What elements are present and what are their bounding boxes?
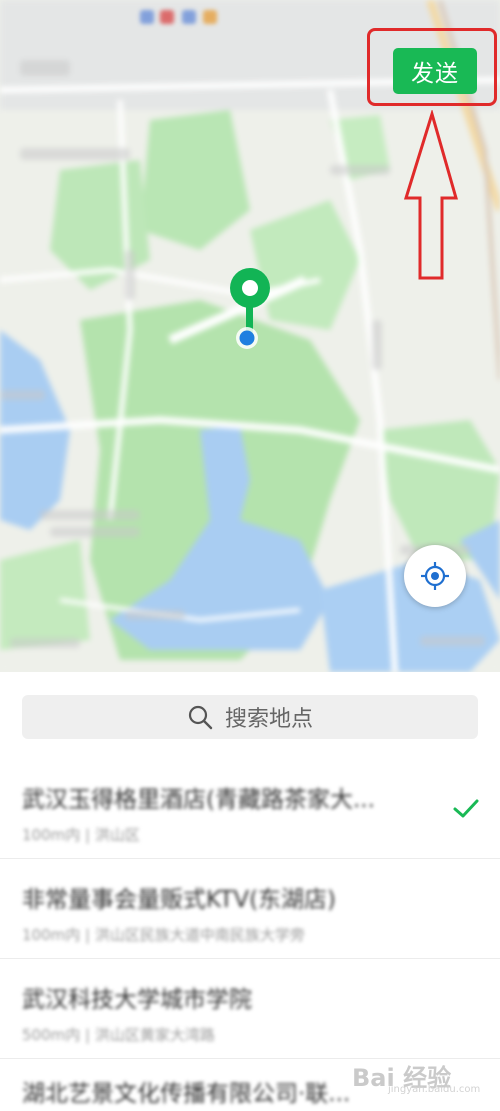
annotation-frame	[367, 28, 497, 106]
place-name: 武汉玉得格里酒店(青藏路茶家大...	[22, 787, 375, 813]
notification-icon	[140, 10, 154, 24]
map-view[interactable]: 发送	[0, 0, 500, 672]
notification-icon	[182, 10, 196, 24]
list-item[interactable]: 武汉科技大学城市学院 500m内 | 洪山区黄家大湾路	[22, 980, 462, 1045]
watermark-sub: jingyan.baidu.com	[388, 1084, 481, 1095]
crosshair-icon	[421, 562, 449, 590]
checkmark-icon	[453, 799, 479, 818]
place-name: 非常量事会量贩式KTV(东湖店)	[22, 887, 337, 913]
locate-button[interactable]	[404, 545, 466, 607]
divider	[0, 958, 500, 959]
notification-icon	[203, 10, 217, 24]
list-item[interactable]: 武汉玉得格里酒店(青藏路茶家大... 100m内 | 洪山区	[22, 780, 462, 845]
watermark: Bai 经验 jingyan.baidu.com	[352, 1054, 492, 1098]
annotation-arrow-icon	[403, 110, 458, 280]
place-sheet: 搜索地点 武汉玉得格里酒店(青藏路茶家大... 100m内 | 洪山区 非常量事…	[0, 672, 500, 1111]
notification-icon	[160, 10, 174, 24]
place-address: 100m内 | 洪山区民族大道中南民族大学旁	[22, 926, 305, 944]
place-name: 武汉科技大学城市学院	[22, 987, 252, 1013]
divider	[0, 858, 500, 859]
search-input[interactable]: 搜索地点	[22, 695, 478, 739]
place-address: 100m内 | 洪山区	[22, 826, 140, 844]
place-address: 500m内 | 洪山区黄家大湾路	[22, 1026, 215, 1044]
map-pin-icon	[230, 268, 270, 349]
search-icon	[188, 705, 213, 730]
search-placeholder: 搜索地点	[224, 707, 313, 732]
list-item[interactable]: 非常量事会量贩式KTV(东湖店) 100m内 | 洪山区民族大道中南民族大学旁	[22, 880, 462, 945]
